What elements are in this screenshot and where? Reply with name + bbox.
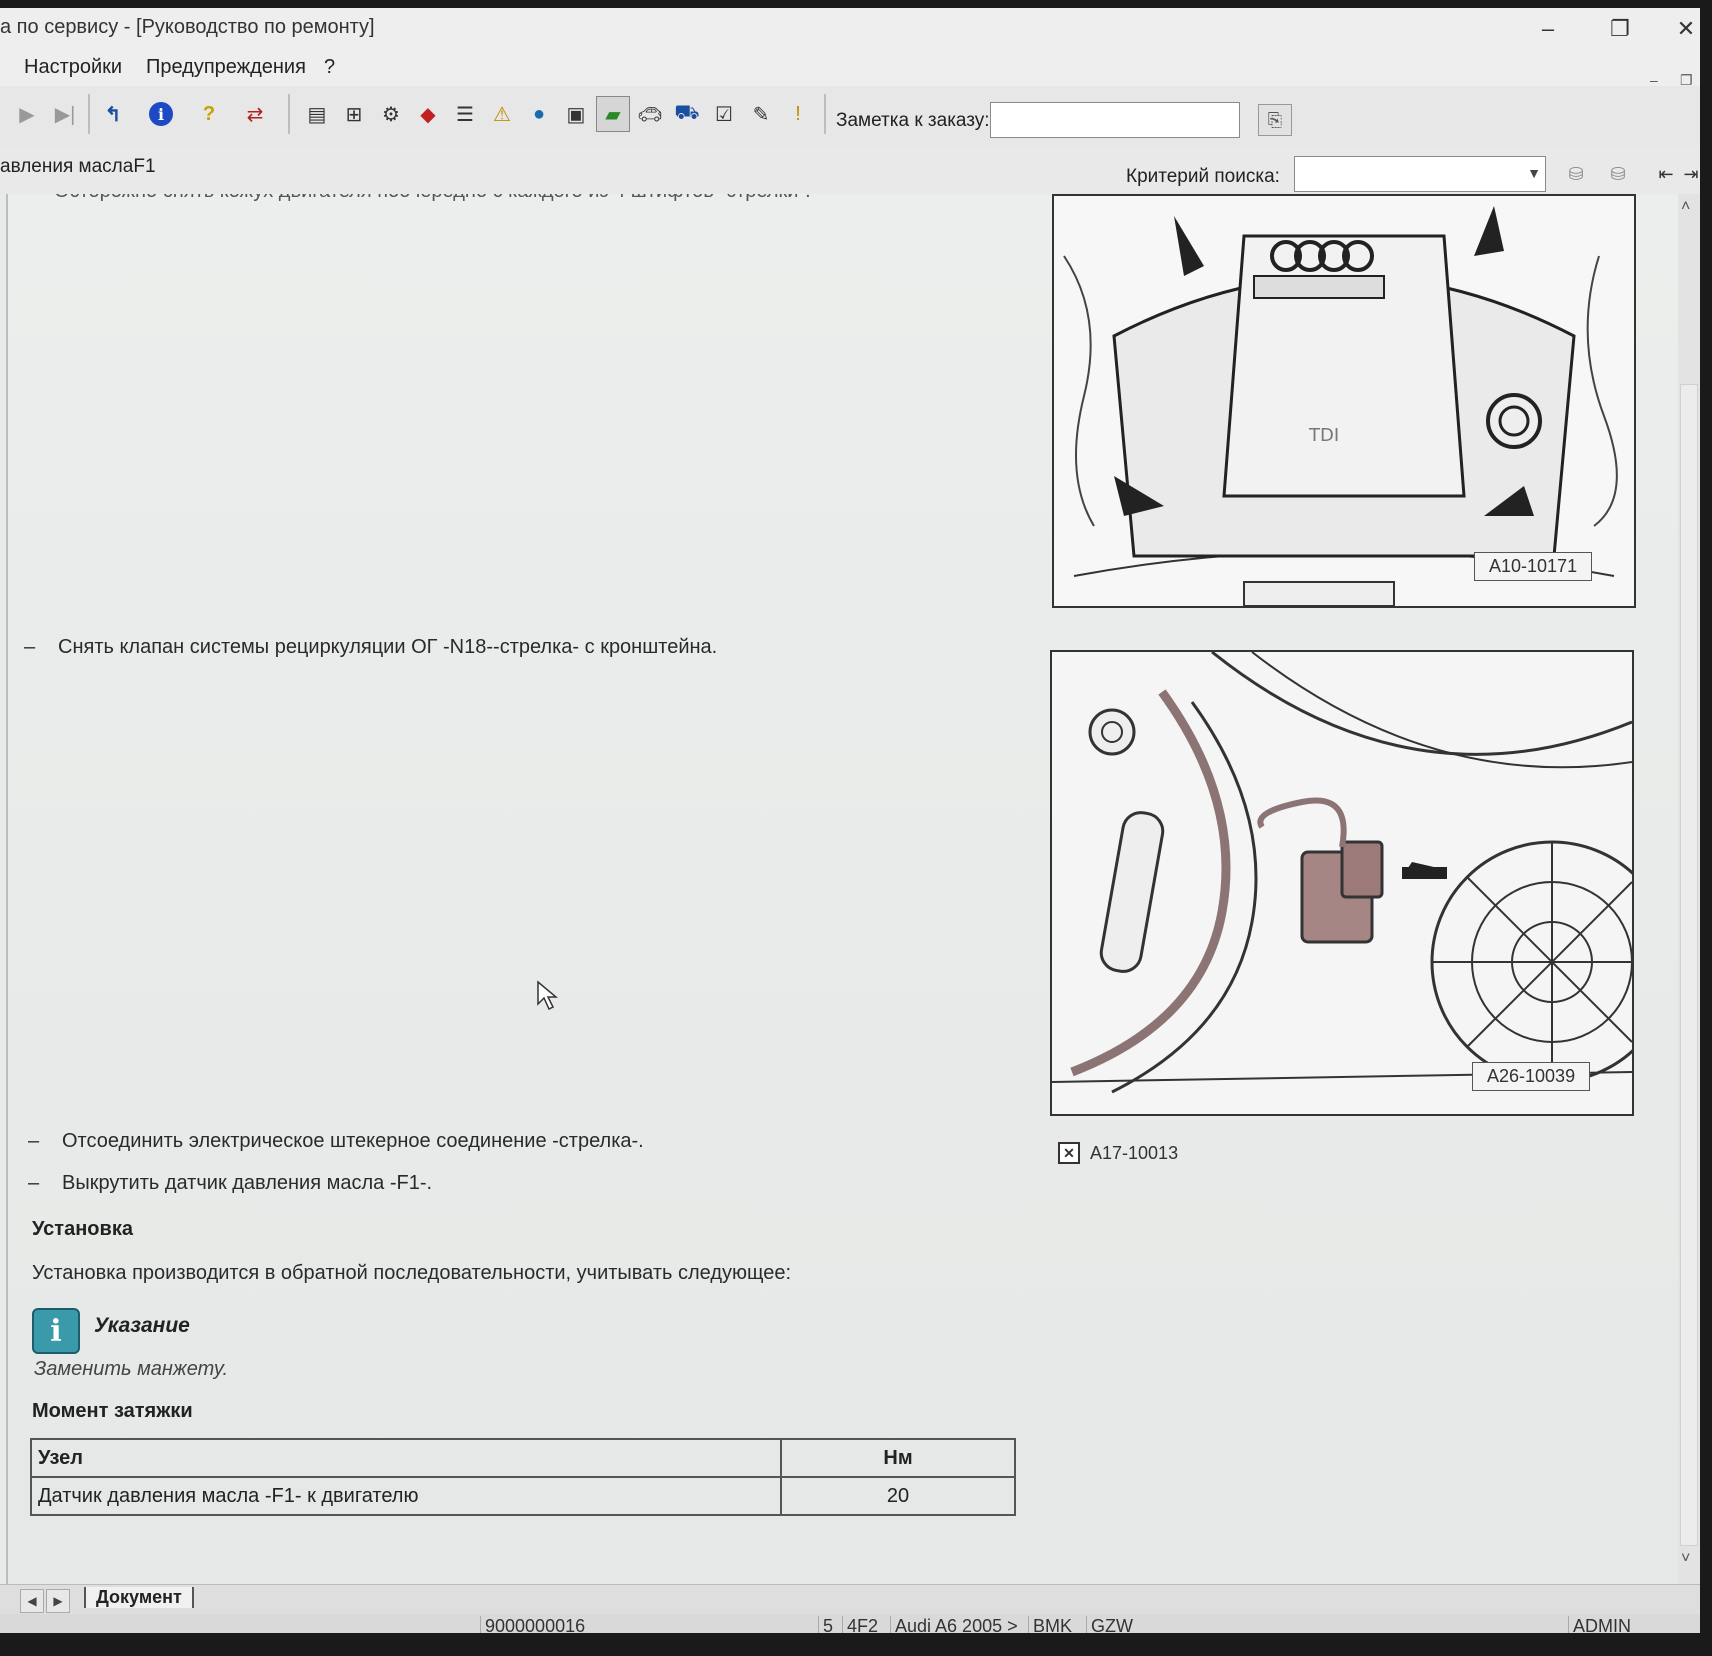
broken-image-icon: ✕ bbox=[1058, 1142, 1080, 1164]
window-title: а по сервису - [Руководство по ремонту] bbox=[0, 16, 375, 38]
swap-icon[interactable]: ⇄ bbox=[238, 96, 272, 132]
search-bar: авления маслаF1 Критерий поиска: ▼ ⛁ ⛁ ⇤… bbox=[0, 146, 1700, 194]
svg-text:TDI: TDI bbox=[1308, 425, 1339, 446]
last-page-icon[interactable]: ▶| bbox=[48, 96, 82, 132]
globe-icon[interactable]: ● bbox=[522, 96, 556, 132]
scroll-down-icon[interactable]: ˅ bbox=[1681, 1550, 1690, 1568]
tool-car-icon[interactable]: ⛟ bbox=[670, 96, 704, 132]
table-cell: 20 bbox=[780, 1476, 1016, 1516]
car-icon[interactable]: 🚗︎ bbox=[633, 96, 667, 132]
warning-icon[interactable]: ⚠ bbox=[485, 96, 519, 132]
menu-settings[interactable]: Настройки bbox=[24, 56, 122, 79]
cut-off-step-text: Осторожно снять кожух двигателя поочеред… bbox=[54, 194, 811, 203]
order-note-input[interactable] bbox=[990, 102, 1240, 138]
status-order-number: 9000000016 bbox=[480, 1616, 585, 1633]
back-up-icon[interactable]: ↰ bbox=[96, 96, 130, 132]
repair-manual-icon[interactable]: ▰ bbox=[596, 96, 630, 132]
save-icon[interactable]: ▣ bbox=[559, 96, 593, 132]
step-disconnect-connector: – Отсоединить электрическое штекерное сое… bbox=[28, 1130, 644, 1152]
install-heading: Установка bbox=[32, 1218, 133, 1240]
step-unscrew-sensor: – Выкрутить датчик давления масла -F1-. bbox=[28, 1172, 433, 1194]
figure-engine-cover: TDI A10-10171 bbox=[1052, 194, 1636, 608]
status-user: ADMIN bbox=[1568, 1616, 1673, 1633]
document-view: Осторожно снять кожух двигателя поочеред… bbox=[6, 194, 1678, 1584]
torque-heading: Момент затяжки bbox=[32, 1400, 193, 1422]
forward-icon[interactable]: ▶ bbox=[10, 96, 44, 132]
status-bar: 9000000016 5 4F2 Audi A6 2005 > BMK GZW … bbox=[0, 1614, 1700, 1633]
toolbar-separator bbox=[88, 94, 90, 134]
menu-help[interactable]: ? bbox=[324, 56, 335, 79]
document-icon[interactable]: ▤ bbox=[300, 96, 334, 132]
table-header-cell: Нм bbox=[780, 1438, 1016, 1478]
order-note-label: Заметка к заказу: bbox=[836, 110, 990, 131]
toolbar-separator bbox=[288, 94, 290, 134]
help-icon[interactable]: ? bbox=[192, 96, 226, 132]
menu-warnings[interactable]: Предупреждения bbox=[146, 56, 306, 79]
step-remove-egr-valve: – Снять клапан системы рециркуляции ОГ -N… bbox=[24, 636, 718, 658]
broken-image-label: A17-10013 bbox=[1090, 1142, 1179, 1163]
table-cell: Датчик давления масла -F1- к двигателю bbox=[30, 1476, 782, 1516]
broken-image-placeholder: ✕ A17-10013 bbox=[1058, 1142, 1178, 1164]
svg-text:i: i bbox=[158, 105, 164, 124]
search-criterion-select[interactable]: ▼ bbox=[1294, 156, 1546, 192]
menu-bar: Настройки Предупреждения ? – ❐ bbox=[0, 52, 1700, 88]
restore-button[interactable]: ❐ bbox=[1600, 14, 1640, 44]
figure-oil-pressure-sensor: A26-10039 bbox=[1050, 650, 1634, 1116]
table-header-row: Узел Нм bbox=[30, 1438, 1016, 1478]
wrench-icon[interactable]: ✎ bbox=[744, 96, 778, 132]
search-prev-icon[interactable]: ⛁ bbox=[1560, 158, 1592, 190]
scroll-up-icon[interactable]: ˄ bbox=[1681, 198, 1690, 216]
torque-table: Узел Нм Датчик давления масла -F1- к дви… bbox=[30, 1438, 1016, 1516]
close-button[interactable]: ✕ bbox=[1672, 14, 1700, 44]
engine-cover-drawing: TDI bbox=[1054, 196, 1634, 606]
collapse-icon[interactable]: ⇤ bbox=[1650, 158, 1682, 190]
tab-prev-icon[interactable]: ◀ bbox=[20, 1589, 44, 1613]
toolbar-separator bbox=[824, 94, 826, 134]
scroll-thumb[interactable] bbox=[1680, 384, 1698, 1546]
figure-label: A10-10171 bbox=[1474, 552, 1593, 581]
toolbar: ▶ ▶| ↰ i ? ⇄ ▤ ⊞ ⚙ ◆ ☰ ⚠ ● ▣ ▰ 🚗︎ ⛟ ☑ ✎ … bbox=[0, 86, 1700, 147]
sensor-location-drawing bbox=[1052, 652, 1632, 1114]
vertical-scrollbar[interactable]: ˄ ˅ bbox=[1678, 194, 1700, 1584]
tab-bar: ◀ ▶ Документ bbox=[0, 1584, 1700, 1615]
note-text: Заменить манжету. bbox=[34, 1358, 229, 1380]
checklist-icon[interactable]: ☑ bbox=[707, 96, 741, 132]
order-note-button[interactable]: ⎘ bbox=[1258, 104, 1292, 136]
tab-next-icon[interactable]: ▶ bbox=[46, 1589, 70, 1613]
status-field-2: 4F2 bbox=[842, 1616, 878, 1633]
minimize-button[interactable]: – bbox=[1528, 14, 1568, 44]
table-row: Датчик давления масла -F1- к двигателю 2… bbox=[30, 1476, 1016, 1516]
info-note-icon: i bbox=[32, 1308, 80, 1354]
status-gearbox: GZW bbox=[1086, 1616, 1133, 1633]
tab-document[interactable]: Документ bbox=[84, 1587, 194, 1608]
manual-book-icon[interactable]: ◆ bbox=[411, 96, 445, 132]
mouse-cursor-icon bbox=[537, 980, 558, 1011]
list-icon[interactable]: ☰ bbox=[448, 96, 482, 132]
search-criterion-label: Критерий поиска: bbox=[1126, 166, 1280, 187]
expand-icon[interactable]: ⇥ bbox=[1682, 158, 1700, 190]
app-window: а по сервису - [Руководство по ремонту] … bbox=[0, 8, 1700, 1633]
install-text: Установка производится в обратной послед… bbox=[32, 1262, 792, 1284]
figure-label: A26-10039 bbox=[1472, 1062, 1591, 1091]
info-icon[interactable]: i bbox=[144, 96, 178, 132]
chevron-down-icon: ▼ bbox=[1527, 165, 1541, 181]
status-field-1: 5 bbox=[818, 1616, 833, 1633]
note-title: Указание bbox=[94, 1314, 190, 1337]
title-bar: а по сервису - [Руководство по ремонту] … bbox=[0, 8, 1700, 53]
table-header-cell: Узел bbox=[30, 1438, 782, 1478]
status-model: Audi A6 2005 > bbox=[890, 1616, 1018, 1633]
status-engine: BMK bbox=[1028, 1616, 1072, 1633]
grid-icon[interactable]: ⊞ bbox=[337, 96, 371, 132]
search-next-icon[interactable]: ⛁ bbox=[1602, 158, 1634, 190]
hint-icon[interactable]: ! bbox=[781, 96, 815, 132]
document-path: авления маслаF1 bbox=[0, 156, 156, 177]
mechanic-icon[interactable]: ⚙ bbox=[374, 96, 408, 132]
